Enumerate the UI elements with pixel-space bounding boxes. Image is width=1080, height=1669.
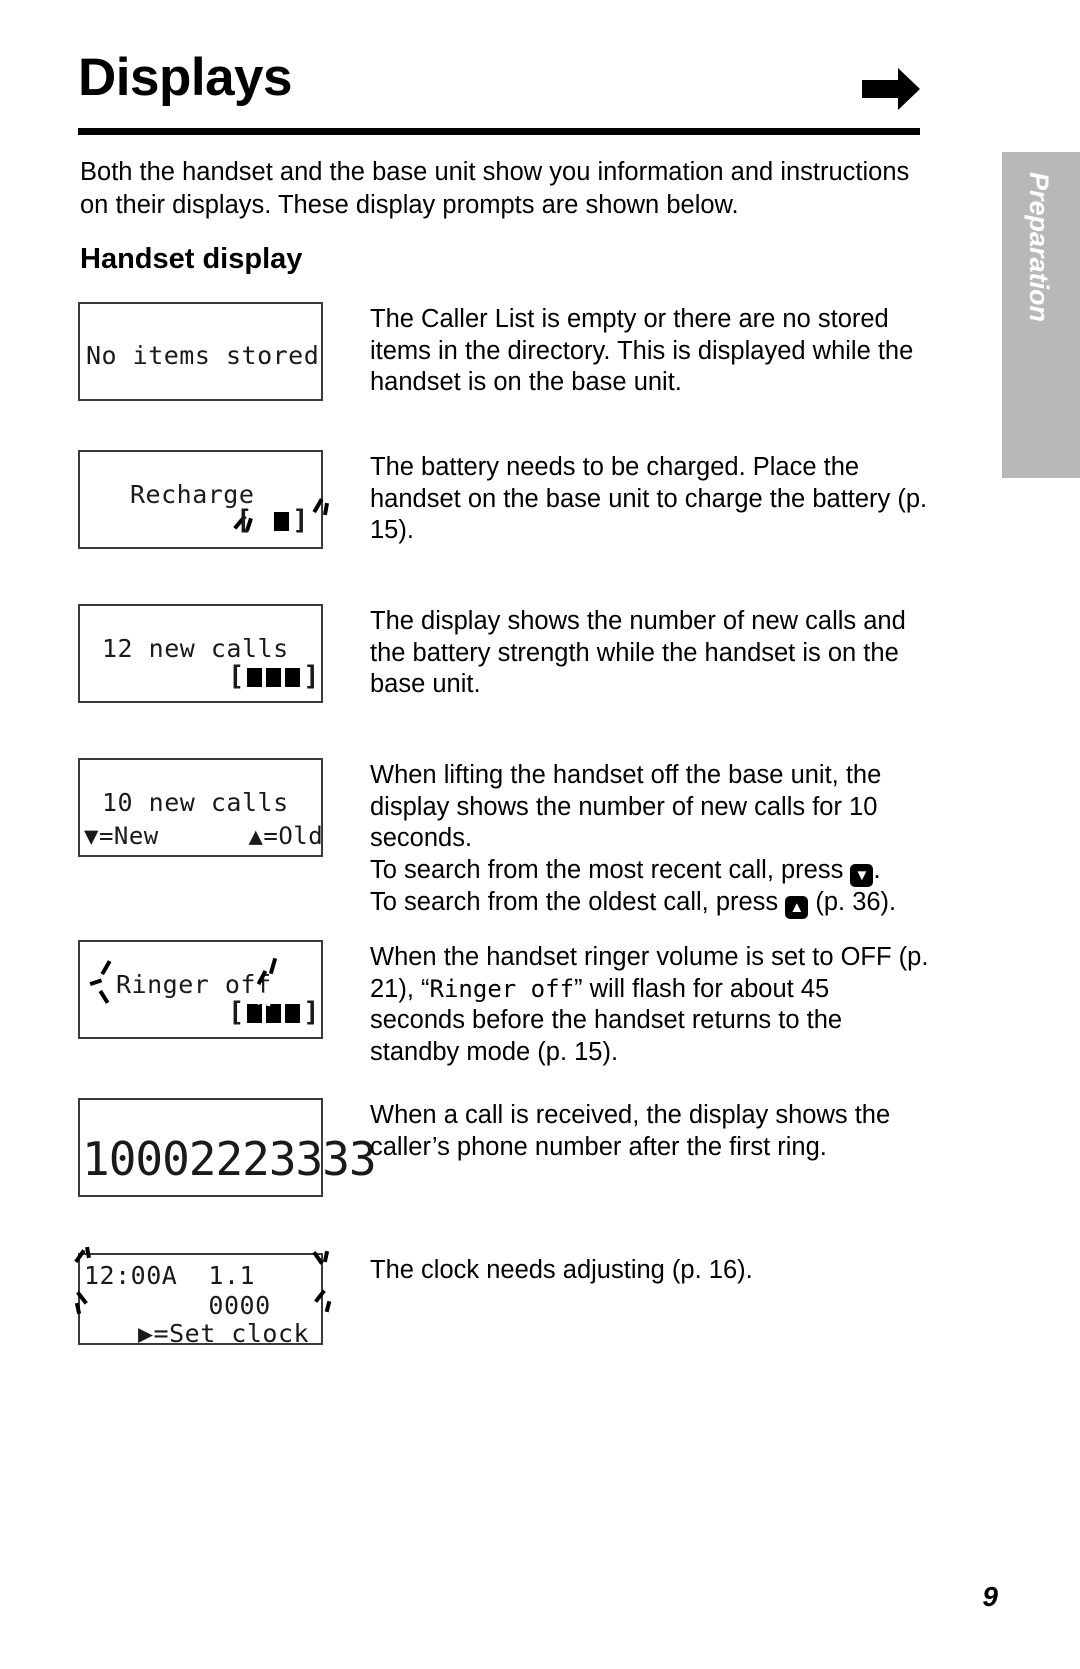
lcd-line: 12 new calls xyxy=(102,634,289,663)
flash-marks-icon xyxy=(74,1289,96,1315)
description-text: When lifting the handset off the base un… xyxy=(370,761,882,852)
description-text: . xyxy=(873,855,881,884)
description-text: To search from the oldest call, press xyxy=(370,887,786,916)
right-arrow-icon xyxy=(862,68,920,110)
lcd-screen-set-clock: 12:00A 1.1 0000 ▶=Set clock xyxy=(78,1253,323,1348)
battery-cells xyxy=(255,511,290,531)
description-ten-new-calls: When lifting the handset off the base un… xyxy=(370,760,930,919)
page-title: Displays xyxy=(78,48,293,107)
lcd-screen-twelve-new-calls: 12 new calls [ ] xyxy=(78,604,323,703)
bracket-left: [ xyxy=(236,505,253,536)
description-text: To search from the most recent call, pre… xyxy=(370,855,851,884)
lcd-screen-ringer-off: Ringer off [ ] xyxy=(78,940,323,1039)
lcd-line: ▶=Set clock xyxy=(138,1319,310,1348)
battery-cell-filled xyxy=(247,667,263,687)
lcd-line: No items stored xyxy=(86,341,320,370)
battery-cell-filled xyxy=(274,511,290,531)
page-header: Displays xyxy=(78,48,920,130)
lcd-screen-no-items-stored: No items stored xyxy=(78,302,323,401)
battery-cell-filled xyxy=(285,667,301,687)
lcd-line: Ringer off xyxy=(116,970,272,999)
description-mono-text: Ringer off xyxy=(429,974,575,1003)
lcd-screen-ten-new-calls: 10 new calls ▼=New ▲=Old xyxy=(78,758,323,857)
flash-marks-icon xyxy=(256,957,284,992)
description-ringer-off: When the handset ringer volume is set to… xyxy=(370,942,930,1068)
lcd-screen-caller-number: 10002223333 xyxy=(78,1098,377,1197)
flash-marks-icon xyxy=(74,1245,96,1267)
header-rule xyxy=(78,128,920,135)
page-number: 9 xyxy=(982,1581,998,1612)
description-no-items-stored: The Caller List is empty or there are no… xyxy=(370,305,914,396)
battery-cell-filled xyxy=(285,1003,301,1023)
side-tab-label: Preparation xyxy=(1024,172,1054,323)
bracket-right: ] xyxy=(292,505,309,536)
description-twelve-new-calls: The display shows the number of new call… xyxy=(370,607,906,698)
flash-marks-icon xyxy=(314,1287,336,1313)
bracket-right: ] xyxy=(303,661,320,692)
battery-cell-filled xyxy=(266,667,282,687)
battery-cells xyxy=(247,667,301,687)
section-heading-handset-display: Handset display xyxy=(80,243,303,275)
up-arrow-keycap-icon[interactable]: ▲ xyxy=(785,895,809,919)
description-recharge: The battery needs to be charged. Place t… xyxy=(370,452,930,547)
bracket-left: [ xyxy=(228,661,245,692)
lcd-line: ▼=New ▲=Old xyxy=(84,822,324,850)
intro-paragraph: Both the handset and the base unit show … xyxy=(80,158,910,219)
lcd-line: 10002223333 xyxy=(82,1132,377,1186)
description-caller-number: When a call is received, the display sho… xyxy=(370,1101,891,1161)
flash-marks-icon xyxy=(312,1247,334,1269)
battery-cell-empty xyxy=(255,512,270,531)
lcd-line: 10 new calls xyxy=(102,788,289,817)
bracket-right: ] xyxy=(303,997,320,1028)
description-text: (p. 36). xyxy=(808,887,897,916)
lcd-screen-recharge: Recharge [ ] xyxy=(78,450,329,549)
flash-marks-icon xyxy=(255,990,276,1010)
flash-marks-icon xyxy=(312,498,334,520)
description-text: The battery needs to be charged. Place t… xyxy=(370,453,928,544)
lcd-line: 12:00A 1.1 xyxy=(84,1261,256,1290)
description-set-clock: The clock needs adjusting (p. 16). xyxy=(370,1256,753,1284)
lcd-line: 0000 xyxy=(84,1291,271,1320)
battery-indicator-full: [ ] xyxy=(228,661,320,692)
down-arrow-keycap-icon[interactable]: ▼ xyxy=(850,863,874,887)
bracket-left: [ xyxy=(228,997,245,1028)
side-tab-preparation: Preparation xyxy=(1002,152,1080,478)
manual-page: Displays Preparation Both the handset an… xyxy=(0,0,1080,1669)
flash-marks-icon xyxy=(89,960,120,1008)
battery-indicator-low: [ ] xyxy=(236,505,309,536)
